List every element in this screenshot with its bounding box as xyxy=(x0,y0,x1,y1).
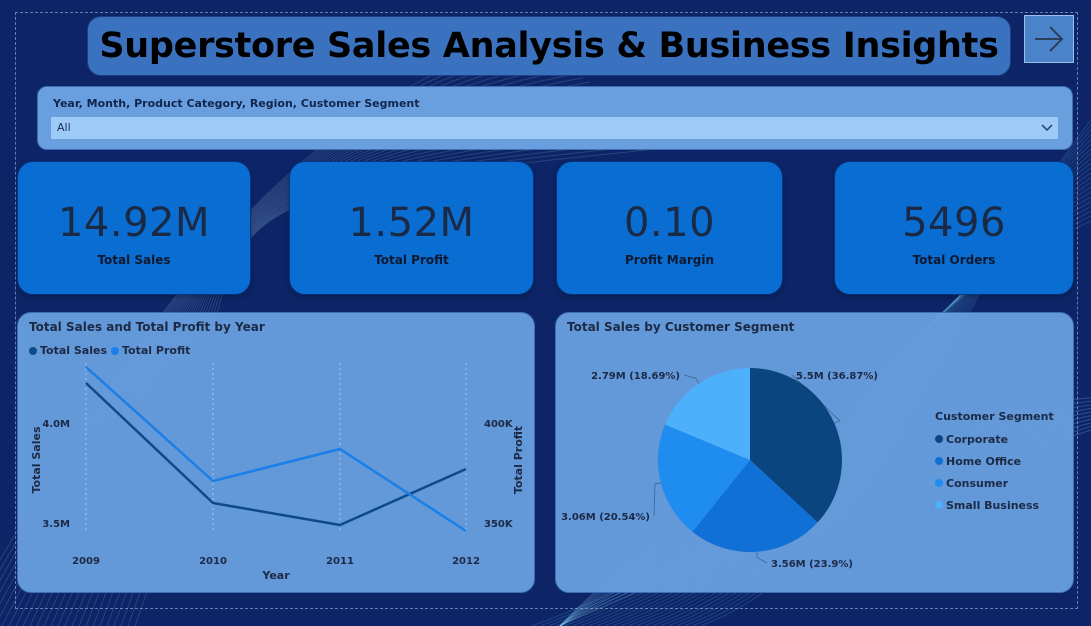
kpi-value: 1.52M xyxy=(348,200,475,246)
segment-legend-item-small-business[interactable]: Small Business xyxy=(935,494,1054,516)
line-chart: 3.5M 4.0M 350K 400K 2009 2010 2011 2012 Year Tota… xyxy=(30,363,525,582)
y-axis-title: Total Sales xyxy=(30,426,43,493)
pie-chart-panel[interactable]: Total Sales by Customer Segment 5.5M (36… xyxy=(555,312,1074,593)
page-title: Superstore Sales Analysis & Business Ins… xyxy=(99,26,999,66)
x-tick-label: 2010 xyxy=(199,556,227,567)
leader-line xyxy=(756,551,768,564)
data-point[interactable] xyxy=(338,447,342,451)
leader-line xyxy=(653,482,661,517)
legend-label: Small Business xyxy=(946,498,1040,512)
data-point[interactable] xyxy=(464,529,468,533)
chevron-down-icon xyxy=(1041,124,1053,132)
leader-line xyxy=(683,374,700,384)
kpi-card-profit-margin[interactable]: 0.10 Profit Margin xyxy=(556,161,783,295)
pie-data-label: 2.79M (18.69%) xyxy=(591,371,680,382)
data-point[interactable] xyxy=(211,501,215,505)
y-tick-label: 4.0M xyxy=(42,419,70,430)
segment-legend: Customer Segment Corporate Home Office Con… xyxy=(935,410,1054,516)
line-chart-panel[interactable]: Total Sales and Total Profit by Year Tot… xyxy=(17,312,535,593)
legend-label: Consumer xyxy=(946,476,1009,490)
arrow-right-icon xyxy=(1035,26,1064,52)
kpi-value: 5496 xyxy=(902,200,1006,246)
kpi-label: Total Sales xyxy=(97,253,171,267)
title-banner: Superstore Sales Analysis & Business Ins… xyxy=(87,16,1011,76)
kpi-label: Profit Margin xyxy=(625,253,714,267)
series-line-total-profit[interactable] xyxy=(85,366,467,533)
kpi-value: 0.10 xyxy=(623,200,716,246)
kpi-label: Total Orders xyxy=(912,253,996,267)
legend-dot xyxy=(935,479,943,487)
slicer-selected-value: All xyxy=(57,121,71,134)
x-axis-title: Year xyxy=(261,569,290,582)
segment-legend-item-consumer[interactable]: Consumer xyxy=(935,472,1054,494)
kpi-card-total-sales[interactable]: 14.92M Total Sales xyxy=(17,161,251,295)
data-point[interactable] xyxy=(84,365,88,369)
legend-label: Corporate xyxy=(946,432,1009,446)
segment-legend-title: Customer Segment xyxy=(935,410,1054,423)
x-tick-label: 2011 xyxy=(326,556,354,567)
kpi-card-total-orders[interactable]: 5496 Total Orders xyxy=(834,161,1074,295)
legend-dot xyxy=(935,435,943,443)
kpi-label: Total Profit xyxy=(374,253,449,267)
series-line-total-sales[interactable] xyxy=(85,382,467,527)
y-tick-label: 3.5M xyxy=(42,519,70,530)
kpi-card-total-profit[interactable]: 1.52M Total Profit xyxy=(289,161,534,295)
data-point[interactable] xyxy=(338,523,342,527)
kpi-value: 14.92M xyxy=(57,200,211,246)
pie-data-label: 3.06M (20.54%) xyxy=(561,512,650,523)
data-point[interactable] xyxy=(84,381,88,385)
legend-dot xyxy=(935,501,943,509)
y2-tick-label: 350K xyxy=(484,519,514,530)
segment-legend-item-home-office[interactable]: Home Office xyxy=(935,450,1054,472)
data-point[interactable] xyxy=(464,467,468,471)
slicer-dropdown[interactable]: All xyxy=(50,116,1059,140)
legend-label: Home Office xyxy=(946,454,1022,468)
next-page-button[interactable] xyxy=(1024,15,1074,63)
pie-data-label: 5.5M (36.87%) xyxy=(796,371,878,382)
legend-dot xyxy=(935,457,943,465)
filter-slicer: Year, Month, Product Category, Region, C… xyxy=(37,86,1073,150)
y2-axis-title: Total Profit xyxy=(512,426,525,494)
x-tick-label: 2009 xyxy=(72,556,100,567)
pie-data-label: 3.56M (23.9%) xyxy=(771,559,853,570)
x-tick-label: 2012 xyxy=(452,556,480,567)
data-point[interactable] xyxy=(211,479,215,483)
y2-tick-label: 400K xyxy=(484,419,514,430)
slicer-label: Year, Month, Product Category, Region, C… xyxy=(53,97,420,110)
segment-legend-item-corporate[interactable]: Corporate xyxy=(935,428,1054,450)
